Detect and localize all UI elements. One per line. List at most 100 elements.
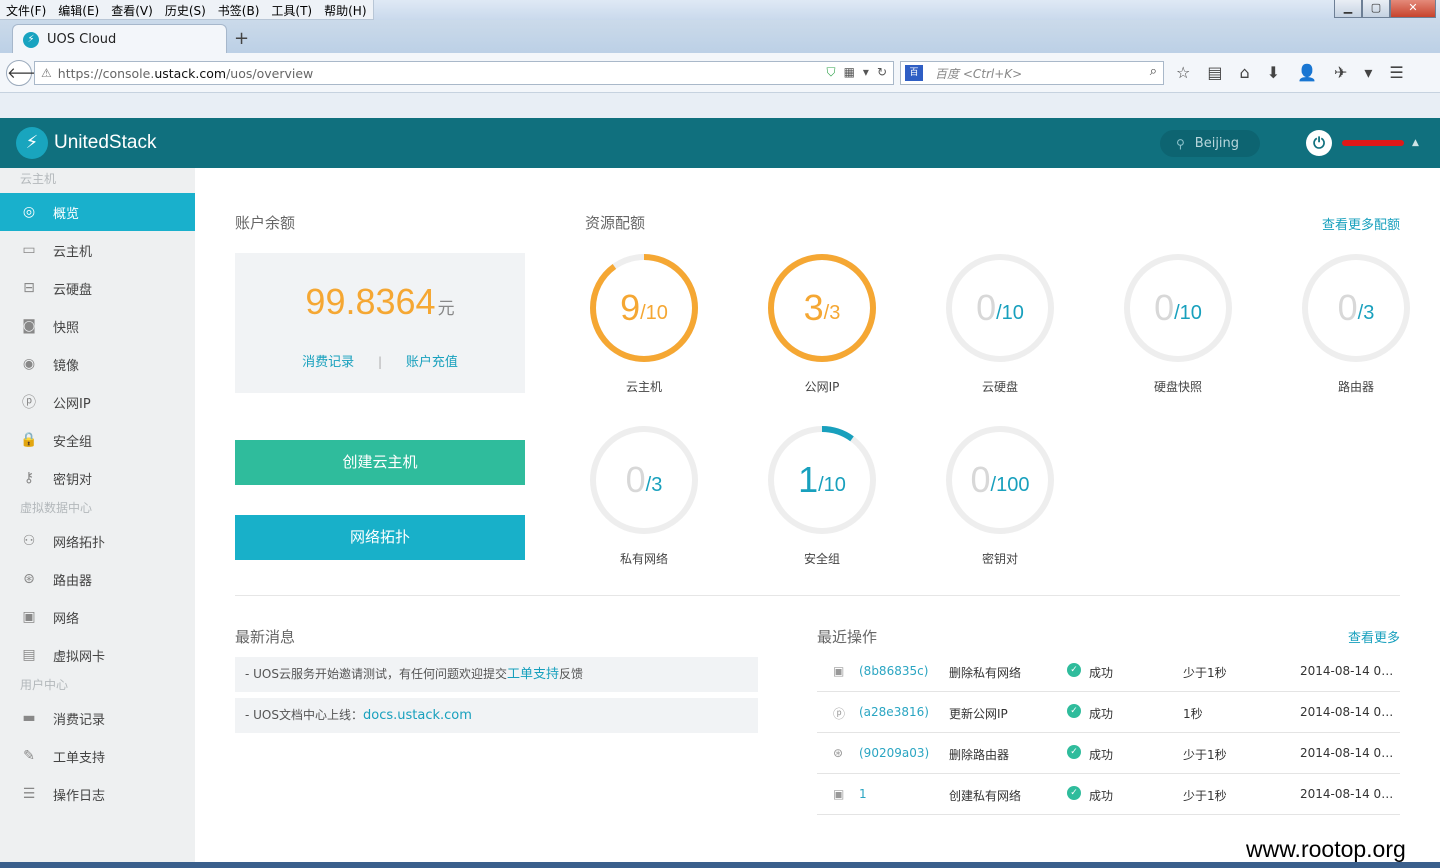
brand-logo[interactable]: ⚡ UnitedStack — [16, 127, 156, 159]
menu-item[interactable]: 文件(F) — [0, 0, 52, 19]
operation-time: 2014-08-14 06:... — [1300, 787, 1400, 801]
menu-item[interactable]: 编辑(E) — [52, 0, 105, 19]
tab-title: UOS Cloud — [47, 32, 117, 47]
quota-used: 3 — [803, 287, 824, 328]
user-menu[interactable]: ⏻ ▲ — [1306, 130, 1419, 156]
qrcode-icon[interactable]: ▦ — [844, 65, 855, 80]
resource-id-link[interactable]: (a28e3816) — [859, 705, 929, 719]
reload-icon[interactable]: ↻ — [877, 65, 887, 80]
account-icon[interactable]: 👤 — [1297, 63, 1317, 82]
sidebar-section-title: 虚拟数据中心 — [20, 501, 93, 515]
topology-icon: ⚇ — [22, 533, 36, 549]
operation-row: ⊛ (90209a03) 删除路由器 ✓ 成功 少于1秒 2014-08-14 07:... — [817, 733, 1400, 774]
extension-icon[interactable]: ✈ — [1334, 63, 1347, 82]
dropdown-arrow-icon[interactable]: ▾ — [863, 65, 869, 80]
camera-icon: ◙ — [22, 318, 36, 334]
sidebar-item[interactable]: ⚇ 网络拓扑 — [0, 522, 195, 560]
minimize-button[interactable]: ▁ — [1334, 0, 1362, 18]
network-icon: ▣ — [833, 787, 845, 801]
overview-icon: ◎ — [22, 204, 36, 220]
back-button[interactable]: 🡐 — [6, 60, 47, 86]
recharge-link[interactable]: 账户充值 — [406, 355, 458, 370]
close-window-button[interactable]: ✕ — [1390, 0, 1436, 18]
dropdown-icon[interactable]: ▾ — [1364, 63, 1372, 82]
docs-link[interactable]: docs.ustack.com — [363, 708, 472, 723]
success-check-icon: ✓ — [1067, 663, 1081, 677]
quota-label: 硬盘快照 — [1153, 380, 1202, 394]
quota-total: 3 — [651, 473, 663, 496]
sidebar-section-title: 用户中心 — [20, 678, 69, 692]
sidebar-item[interactable]: ◙ 快照 — [0, 307, 195, 345]
operation-status: 成功 — [1089, 789, 1114, 803]
menu-item[interactable]: 工具(T) — [265, 0, 318, 19]
quota-total: 100 — [996, 473, 1030, 496]
sidebar-item[interactable]: ⓟ 公网IP — [0, 383, 195, 421]
balance-unit: 元 — [437, 299, 455, 319]
resource-id-link[interactable]: (8b86835c) — [859, 664, 928, 678]
browser-tab[interactable]: ⚡ UOS Cloud — [12, 24, 227, 54]
resource-id-link[interactable]: 1 — [859, 787, 867, 801]
caret-up-icon: ▲ — [1412, 138, 1419, 148]
network-topology-button[interactable]: 网络拓扑 — [235, 515, 525, 560]
operation-row: ▣ (8b86835c) 删除私有网络 ✓ 成功 少于1秒 2014-08-14 07:..… — [817, 651, 1400, 692]
download-icon[interactable]: ⬇ — [1267, 63, 1280, 82]
quota-widget: 0/100 密钥对 — [940, 424, 1060, 567]
sidebar-item[interactable]: ⊛ 路由器 — [0, 560, 195, 598]
sidebar-item[interactable]: ▤ 虚拟网卡 — [0, 636, 195, 674]
menu-item[interactable]: 帮助(H) — [318, 0, 372, 19]
image-icon: ◉ — [22, 356, 36, 372]
search-icon[interactable]: ⌕ — [1150, 64, 1157, 79]
menu-item[interactable]: 历史(S) — [159, 0, 212, 19]
hamburger-menu-icon[interactable]: ☰ — [1389, 63, 1403, 82]
maximize-button[interactable]: ▢ — [1362, 0, 1390, 18]
sidebar-item[interactable]: ⊟ 云硬盘 — [0, 269, 195, 307]
baidu-engine-icon[interactable]: 百 — [905, 65, 923, 81]
network-icon: ▣ — [22, 609, 36, 625]
operation-duration: 1秒 — [1183, 707, 1203, 721]
sidebar-item[interactable]: ◉ 镜像 — [0, 345, 195, 383]
router-icon: ⊛ — [23, 571, 35, 587]
menu-item[interactable]: 书签(B) — [212, 0, 266, 19]
menu-list: 文件(F) 编辑(E) 查看(V) 历史(S) 书签(B) 工具(T) 帮助(H) — [0, 0, 374, 20]
billing-history-link[interactable]: 消费记录 — [302, 355, 354, 370]
sidebar-item[interactable]: ☰ 操作日志 — [0, 775, 195, 813]
operation-duration: 少于1秒 — [1183, 666, 1227, 680]
app-header: ⚡ UnitedStack ⚲ Beijing ⏻ ▲ — [0, 118, 1440, 168]
ticket-support-link[interactable]: 工单支持 — [507, 667, 559, 682]
sidebar-item[interactable]: 🔒 安全组 — [0, 421, 195, 459]
sidebar-item[interactable]: ◎ 概览 — [0, 193, 195, 231]
sidebar-item[interactable]: ⚷ 密钥对 — [0, 459, 195, 497]
more-quota-link[interactable]: 查看更多配额 — [1322, 214, 1400, 233]
address-bar[interactable]: ⚠ https://console.ustack.com/uos/overvie… — [34, 61, 894, 85]
power-icon[interactable]: ⏻ — [1306, 130, 1332, 156]
os-taskbar — [0, 862, 1440, 868]
menu-item[interactable]: 查看(V) — [105, 0, 159, 19]
sidebar-item[interactable]: ▬ 消费记录 — [0, 699, 195, 737]
home-icon[interactable]: ⌂ — [1239, 63, 1249, 82]
shield-icon[interactable]: ⛉ — [827, 65, 836, 80]
operation-action: 删除私有网络 — [949, 666, 1022, 680]
quota-widget: 1/10 安全组 — [762, 424, 882, 567]
operation-duration: 少于1秒 — [1183, 789, 1227, 803]
sidebar-item[interactable]: ▭ 云主机 — [0, 231, 195, 269]
more-operations-link[interactable]: 查看更多 — [1348, 627, 1400, 646]
resource-id-link[interactable]: (90209a03) — [859, 746, 929, 760]
lightning-logo-icon: ⚡ — [16, 127, 48, 159]
sidebar-item[interactable]: ▣ 网络 — [0, 598, 195, 636]
account-balance-title: 账户余额 — [235, 214, 296, 232]
sidebar-item-label: 云硬盘 — [53, 282, 93, 298]
sidebar-item[interactable]: ✎ 工单支持 — [0, 737, 195, 775]
new-tab-button[interactable]: + — [234, 28, 249, 49]
nic-icon: ▤ — [22, 647, 36, 663]
ticket-icon: ✎ — [23, 748, 35, 764]
username-redacted — [1342, 140, 1404, 146]
resource-quota-title: 资源配额 — [585, 214, 646, 232]
reading-list-icon[interactable]: ▤ — [1207, 63, 1222, 82]
search-box[interactable]: 百 百度 <Ctrl+K> ⌕ — [900, 61, 1164, 85]
create-vm-button[interactable]: 创建云主机 — [235, 440, 525, 485]
bookmark-star-icon[interactable]: ☆ — [1176, 63, 1190, 82]
quota-value: 0/100 — [970, 459, 1030, 500]
uos-favicon-icon: ⚡ — [23, 31, 39, 48]
region-selector[interactable]: ⚲ Beijing — [1160, 130, 1260, 157]
location-pin-icon: ⚲ — [1176, 136, 1185, 151]
